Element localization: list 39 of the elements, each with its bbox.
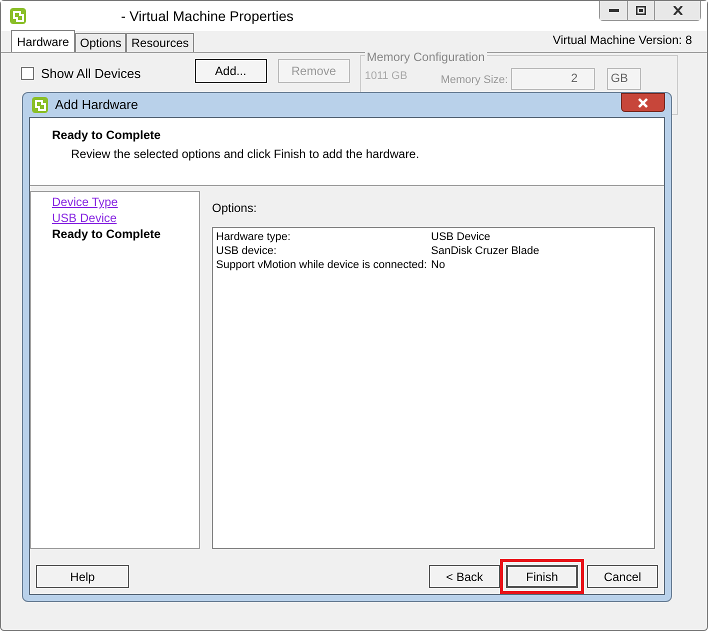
dialog-title: Add Hardware (55, 96, 138, 114)
step-link[interactable]: USB Device (52, 210, 117, 226)
option-name: USB device: (216, 244, 278, 258)
option-name: Support vMotion while device is connected: (216, 258, 428, 272)
option-value: SanDisk Cruzer Blade (431, 244, 540, 258)
tab[interactable]: Options (75, 33, 126, 52)
close-button[interactable] (654, 1, 700, 20)
step-heading: Ready to Complete (52, 127, 162, 144)
app-logo-icon (31, 96, 49, 114)
push-button[interactable]: < Back (429, 565, 500, 588)
minimize-button[interactable] (600, 1, 627, 20)
maximize-icon (636, 6, 646, 15)
checkbox-label: Show All Devices (41, 65, 141, 83)
push-button[interactable]: Cancel (587, 565, 658, 588)
tab[interactable]: Hardware (11, 30, 76, 52)
unit-dropdown[interactable]: GB (606, 68, 641, 90)
option-value: USB Device (431, 230, 490, 244)
current-step: Ready to Complete (52, 226, 199, 242)
option-value: No (431, 258, 446, 272)
maximize-button[interactable] (627, 1, 654, 20)
close-button[interactable] (621, 93, 665, 112)
step-description: Review the selected options and click Finish to add the hardware. (70, 146, 420, 163)
push-button[interactable]: Add... (194, 59, 267, 83)
push-button[interactable]: Help (36, 565, 129, 588)
version-label: Virtual Machine Version: 8 (552, 32, 692, 49)
options-label: Options: (212, 200, 257, 217)
memory-size-label: Memory Size: (440, 73, 508, 88)
minimize-icon (608, 9, 618, 12)
option-name: Hardware type: (216, 230, 292, 244)
window-title: - Virtual Machine Properties (121, 6, 294, 26)
push-button[interactable]: Finish (506, 565, 578, 588)
step-link[interactable]: Device Type (52, 194, 118, 210)
tab[interactable]: Resources (126, 33, 194, 52)
checkbox[interactable] (21, 67, 34, 80)
memory-max-label: 1011 GB (364, 69, 408, 84)
close-icon (637, 98, 649, 108)
memory-size-field[interactable]: 2 (510, 68, 595, 90)
close-icon (672, 6, 682, 15)
app-logo-icon (9, 7, 27, 25)
